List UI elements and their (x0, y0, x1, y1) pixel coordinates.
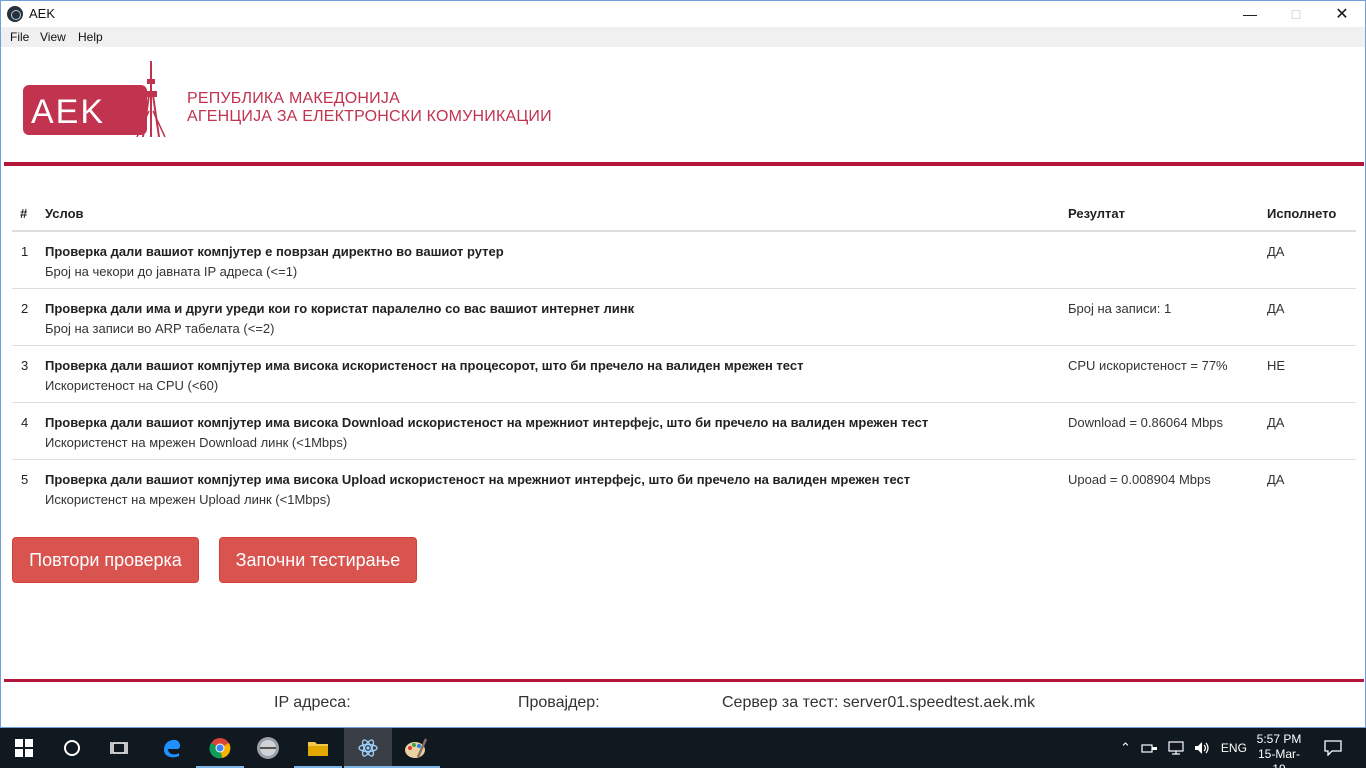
system-tray: ⌃ ENG (1120, 728, 1247, 768)
row-result: Број на записи: 1 (1068, 301, 1172, 316)
table-row: 5 Проверка дали вашиот компјутер има вис… (12, 460, 1356, 517)
svg-text:AEK: AEK (31, 93, 105, 131)
row-done: ДА (1267, 244, 1285, 259)
volume-icon[interactable] (1193, 741, 1211, 755)
row-num: 3 (21, 358, 29, 373)
network-icon[interactable] (1167, 741, 1185, 755)
checks-table: # Услов Резултат Исполнето 1 Проверка да… (12, 197, 1356, 517)
organization-name: РЕПУБЛИКА МАКЕДОНИЈА АГЕНЦИЈА ЗА ЕЛЕКТРО… (187, 90, 552, 126)
app-icon (7, 6, 23, 22)
row-num: 2 (21, 301, 29, 316)
provider-label: Провајдер: (518, 694, 600, 711)
minimize-button[interactable]: — (1227, 1, 1273, 27)
menu-file[interactable]: File (10, 30, 29, 44)
header-condition: Услов (45, 206, 84, 221)
clock[interactable]: 5:57 PM 15-Mar-19 (1252, 732, 1306, 777)
row-title: Проверка дали вашиот компјутер е поврзан… (45, 244, 504, 259)
menu-view[interactable]: View (40, 30, 66, 44)
header-result: Резултат (1068, 206, 1125, 221)
row-title: Проверка дали има и други уреди кои го к… (45, 301, 635, 316)
row-subtitle: Искористенст на мрежен Download линк (<1… (45, 435, 348, 450)
table-row: 1 Проверка дали вашиот компјутер е поврз… (12, 232, 1356, 289)
chevron-up-icon[interactable]: ⌃ (1120, 740, 1131, 756)
title-bar[interactable]: AEK — □ ✕ (1, 1, 1365, 27)
row-subtitle: Број на записи во ARP табелата (<=2) (45, 321, 275, 336)
org-line-1: РЕПУБЛИКА МАКЕДОНИЈА (187, 90, 400, 107)
table-row: 2 Проверка дали има и други уреди кои го… (12, 289, 1356, 346)
table-row: 3 Проверка дали вашиот компјутер има вис… (12, 346, 1356, 403)
chrome-icon[interactable] (196, 728, 244, 768)
electron-app-icon[interactable] (344, 728, 392, 768)
row-result: Upoad = 0.008904 Mbps (1068, 472, 1211, 487)
clock-time: 5:57 PM (1256, 732, 1302, 746)
row-subtitle: Искористенст на мрежен Upload линк (<1Mb… (45, 492, 331, 507)
row-done: ДА (1267, 415, 1285, 430)
aek-logo: AEK (23, 61, 166, 137)
row-done: ДА (1267, 301, 1285, 316)
task-view-icon[interactable] (96, 728, 144, 768)
row-num: 5 (21, 472, 29, 487)
drive-icon[interactable] (244, 728, 292, 768)
file-explorer-icon[interactable] (294, 728, 342, 768)
header-done: Исполнето (1267, 206, 1337, 221)
row-done: ДА (1267, 472, 1285, 487)
menu-help[interactable]: Help (78, 30, 103, 44)
window-title: AEK (29, 6, 56, 21)
ip-address-label: IP адреса: (274, 694, 351, 711)
header: AEK РЕПУБЛИКА МАКЕДОНИЈА АГЕНЦИЈА ЗА ЕЛЕ… (1, 47, 1365, 163)
header-num: # (20, 206, 28, 221)
start-testing-button[interactable]: Започни тестирање (219, 537, 417, 583)
org-line-2: АГЕНЦИЈА ЗА ЕЛЕКТРОНСКИ КОМУНИКАЦИИ (187, 108, 552, 125)
network-adapter-icon[interactable] (1141, 741, 1159, 755)
table-row: 4 Проверка дали вашиот компјутер има вис… (12, 403, 1356, 460)
table-header: # Услов Резултат Исполнето (12, 197, 1356, 232)
repeat-check-button[interactable]: Повтори проверка (12, 537, 199, 583)
row-subtitle: Број на чекори до јавната IP адреса (<=1… (45, 264, 298, 279)
paint-icon[interactable] (392, 728, 440, 768)
row-result: CPU искористеност = 77% (1068, 358, 1228, 373)
search-circle-icon[interactable] (48, 728, 96, 768)
clock-date: 15-Mar-19 (1257, 747, 1300, 776)
close-button[interactable]: ✕ (1319, 1, 1365, 27)
test-server-label: Сервер за тест: server01.speedtest.aek.m… (722, 694, 1035, 711)
edge-icon[interactable] (148, 728, 196, 768)
row-title: Проверка дали вашиот компјутер има висок… (45, 472, 911, 487)
row-subtitle: Искористеност на CPU (<60) (45, 378, 219, 393)
taskbar: ⌃ ENG 5:57 PM 15-Mar-19 (0, 728, 1366, 776)
row-num: 1 (21, 244, 29, 259)
row-done: НЕ (1267, 358, 1286, 373)
notifications-icon[interactable] (1310, 728, 1356, 768)
row-result: Download = 0.86064 Mbps (1068, 415, 1224, 430)
menu-bar: File View Help (1, 27, 1365, 47)
windows-start-icon[interactable] (0, 728, 48, 768)
maximize-button[interactable]: □ (1273, 1, 1319, 27)
header-divider (4, 162, 1364, 166)
footer-divider (4, 679, 1364, 682)
row-num: 4 (21, 415, 29, 430)
row-title: Проверка дали вашиот компјутер има висок… (45, 358, 804, 373)
language-indicator[interactable]: ENG (1221, 741, 1247, 755)
app-window: AEK — □ ✕ File View Help AEK РЕПУБЛИКА М… (0, 0, 1366, 728)
row-title: Проверка дали вашиот компјутер има висок… (45, 415, 929, 430)
